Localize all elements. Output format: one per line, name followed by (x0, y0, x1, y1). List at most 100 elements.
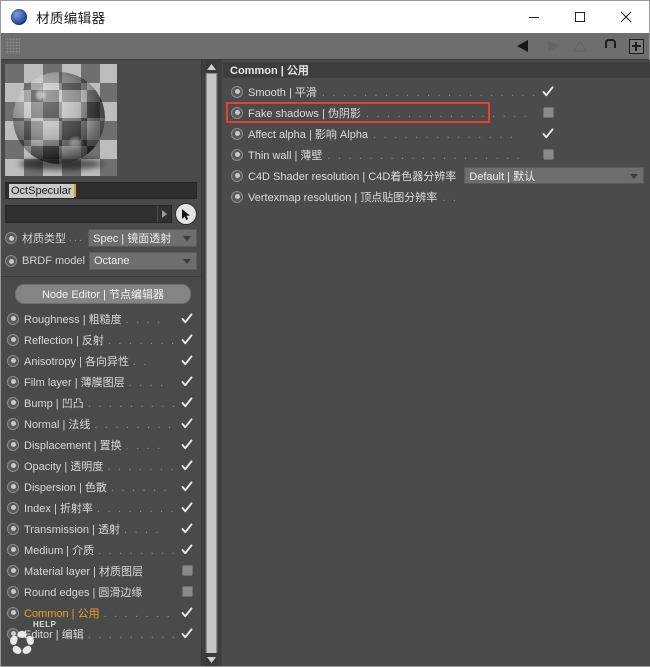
channel-radio[interactable] (7, 312, 19, 325)
channel-row[interactable]: Opacity | 透明度. . . . . . . (1, 455, 201, 476)
channel-checkbox[interactable] (182, 565, 193, 576)
channel-checkbox[interactable] (181, 354, 193, 367)
property-checkbox[interactable] (542, 85, 554, 98)
channel-radio[interactable] (7, 585, 19, 598)
back-arrow-icon[interactable] (513, 35, 535, 57)
channel-checkbox[interactable] (182, 586, 193, 597)
channel-radio[interactable] (7, 606, 19, 619)
channel-checkbox[interactable] (181, 333, 193, 346)
property-label: Vertexmap resolution | 顶点贴图分辨率 (248, 191, 438, 204)
channel-radio[interactable] (7, 564, 19, 577)
property-row[interactable]: Smooth | 平滑 . . . . . . . . . . . . . . .… (222, 81, 650, 102)
channel-checkbox[interactable] (181, 606, 193, 619)
channel-row[interactable]: Medium | 介质. . . . . . . . (1, 539, 201, 560)
channel-radio[interactable] (7, 459, 19, 472)
property-radio[interactable] (231, 148, 243, 161)
texture-slot-input[interactable] (5, 205, 172, 223)
pick-cursor-button[interactable] (175, 203, 197, 225)
octane-mark (10, 630, 34, 654)
channel-label: Index | 折射率 (24, 502, 93, 515)
channel-radio[interactable] (7, 333, 19, 346)
minimize-button[interactable] (511, 1, 557, 33)
channel-row[interactable]: Material layer | 材质图层 (1, 560, 201, 581)
channel-row[interactable]: Displacement | 置换. . . . (1, 434, 201, 455)
channel-row[interactable]: Anisotropy | 各向异性. . (1, 350, 201, 371)
channel-radio[interactable] (7, 480, 19, 493)
channel-radio[interactable] (7, 396, 19, 409)
toolbar-right-icons (513, 33, 647, 107)
brdf-model-radio[interactable] (5, 255, 17, 267)
channel-row[interactable]: Round edges | 圆滑边缘 (1, 581, 201, 602)
forward-arrow-icon[interactable] (541, 35, 563, 57)
channel-checkbox[interactable] (181, 417, 193, 430)
preview-sphere-shape (13, 72, 105, 164)
property-checkbox[interactable] (543, 107, 555, 118)
channel-row[interactable]: Index | 折射率. . . . . . . . (1, 497, 201, 518)
sidebar-scrollbar[interactable] (201, 60, 222, 666)
property-radio[interactable] (231, 127, 243, 140)
property-radio[interactable] (231, 190, 243, 203)
material-preview-sphere[interactable] (5, 64, 117, 176)
property-checkbox[interactable] (543, 149, 555, 160)
channel-checkbox[interactable] (181, 543, 193, 556)
property-row[interactable]: Thin wall | 薄壁 . . . . . . . . . . . . . … (222, 144, 650, 165)
maximize-button[interactable] (557, 1, 603, 33)
node-editor-button[interactable]: Node Editor | 节点编辑器 (15, 284, 191, 304)
up-arrow-icon[interactable] (569, 35, 591, 57)
channel-radio[interactable] (7, 438, 19, 451)
property-checkbox[interactable] (542, 127, 554, 140)
channel-row[interactable]: Dispersion | 色散. . . . . . (1, 476, 201, 497)
brdf-model-dropdown[interactable]: Octane (88, 252, 197, 270)
material-name-input[interactable]: OctSpecular (5, 182, 197, 199)
channel-row[interactable]: Reflection | 反射. . . . . . . (1, 329, 201, 350)
channel-row[interactable]: Bump | 凹凸. . . . . . . . . (1, 392, 201, 413)
scroll-up-arrow[interactable] (205, 60, 218, 73)
property-row[interactable]: Vertexmap resolution | 顶点贴图分辨率. .4▲▼ (222, 186, 650, 207)
scrollbar-thumb[interactable] (206, 73, 217, 660)
channel-checkbox[interactable] (181, 522, 193, 535)
channel-checkbox[interactable] (181, 627, 193, 640)
channel-checkbox[interactable] (181, 312, 193, 325)
material-type-radio[interactable] (5, 232, 17, 244)
channel-radio[interactable] (7, 354, 19, 367)
property-rows: Smooth | 平滑 . . . . . . . . . . . . . . .… (222, 81, 650, 207)
channel-checkbox[interactable] (181, 480, 193, 493)
channel-checkbox[interactable] (181, 396, 193, 409)
channel-checkbox[interactable] (181, 438, 193, 451)
property-label: Thin wall | 薄壁 (248, 149, 323, 162)
scroll-down-arrow[interactable] (205, 653, 218, 666)
channel-checkbox[interactable] (181, 459, 193, 472)
channel-row[interactable]: Normal | 法线. . . . . . . . . (1, 413, 201, 434)
property-radio[interactable] (231, 169, 243, 182)
property-row[interactable]: C4D Shader resolution | C4D着色器分辨率 Default… (222, 165, 650, 186)
channel-dots: . . . . (123, 524, 161, 534)
material-type-dropdown[interactable]: Spec | 镜面透射 (88, 229, 197, 247)
drag-grip[interactable] (6, 38, 20, 54)
property-dropdown[interactable]: Default | 默认 (464, 167, 645, 184)
property-label: Smooth | 平滑 (248, 86, 317, 99)
close-button[interactable] (603, 1, 649, 33)
property-radio[interactable] (231, 85, 243, 98)
property-row[interactable]: Fake shadows | 伪阴影 . . . . . . . . . . . … (222, 102, 650, 123)
material-type-dots: ... (69, 232, 85, 244)
channel-label: Normal | 法线 (24, 418, 91, 431)
channel-row[interactable]: Transmission | 透射. . . . (1, 518, 201, 539)
add-box-icon[interactable] (625, 35, 647, 57)
channel-radio[interactable] (7, 375, 19, 388)
channel-radio[interactable] (7, 522, 19, 535)
property-label: Affect alpha | 影响 Alpha (248, 128, 369, 141)
channel-radio[interactable] (7, 501, 19, 514)
channel-checkbox[interactable] (181, 375, 193, 388)
brdf-model-row: BRDF model Octane (5, 251, 197, 271)
channel-dots: . . . . . . . (107, 335, 177, 345)
property-row[interactable]: Affect alpha | 影响 Alpha . . . . . . . . .… (222, 123, 650, 144)
lock-icon[interactable] (597, 35, 619, 107)
channel-row[interactable]: Roughness | 粗糙度. . . . (1, 308, 201, 329)
property-radio[interactable] (231, 106, 243, 119)
channel-label: Roughness | 粗糙度 (24, 313, 122, 326)
channel-checkbox[interactable] (181, 501, 193, 514)
channel-radio[interactable] (7, 417, 19, 430)
channel-row[interactable]: Film layer | 薄膜图层. . . . (1, 371, 201, 392)
channel-dots: . . . . . . . . (96, 503, 176, 513)
channel-radio[interactable] (7, 543, 19, 556)
